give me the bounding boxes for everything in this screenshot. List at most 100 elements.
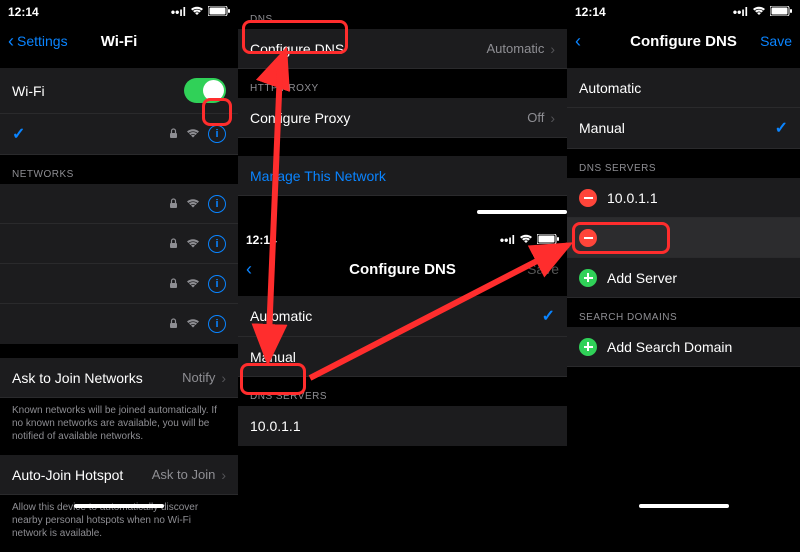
auto-hotspot-label: Auto-Join Hotspot	[12, 467, 152, 483]
signal-icon: ••ıl	[171, 5, 186, 19]
automatic-label: Automatic	[250, 308, 542, 324]
chevron-left-icon: ‹	[246, 260, 252, 278]
nav-bar: ‹ Configure DNS Save	[238, 252, 567, 286]
back-button[interactable]: ‹	[575, 32, 581, 50]
nav-bar: ‹ Settings Wi-Fi	[0, 24, 238, 58]
configure-proxy-value: Off	[527, 110, 544, 125]
add-server-label: Add Server	[607, 270, 788, 286]
lock-icon	[169, 126, 178, 142]
chevron-right-icon: ›	[550, 41, 555, 57]
add-server-row[interactable]: Add Server	[567, 258, 800, 298]
network-row[interactable]: i	[0, 264, 238, 304]
battery-icon	[770, 5, 792, 19]
wifi-signal-icon	[186, 126, 200, 142]
signal-icon: ••ıl	[733, 5, 748, 19]
home-indicator[interactable]	[74, 504, 164, 508]
page-title: Configure DNS	[238, 261, 567, 278]
wifi-toggle[interactable]	[184, 78, 226, 103]
auto-hotspot-value: Ask to Join	[152, 467, 216, 482]
add-icon[interactable]	[579, 269, 597, 287]
delete-icon[interactable]	[579, 229, 597, 247]
dns-header: DNS	[238, 0, 567, 29]
add-search-domain-label: Add Search Domain	[607, 339, 788, 355]
automatic-option-row[interactable]: Automatic	[567, 68, 800, 108]
info-icon[interactable]: i	[208, 275, 226, 293]
chevron-right-icon: ›	[221, 467, 226, 483]
add-icon[interactable]	[579, 338, 597, 356]
lock-icon	[169, 236, 178, 252]
ask-to-join-row[interactable]: Ask to Join Networks Notify ›	[0, 358, 238, 398]
back-label: Settings	[17, 33, 68, 49]
ask-to-join-label: Ask to Join Networks	[12, 370, 182, 386]
dns-server-row[interactable]: 10.0.1.1	[567, 178, 800, 218]
chevron-left-icon: ‹	[8, 32, 14, 50]
checkmark-icon: ✓	[775, 118, 788, 138]
manual-label: Manual	[250, 349, 555, 365]
wifi-icon	[519, 233, 533, 247]
checkmark-icon: ✓	[542, 306, 555, 326]
back-button[interactable]: ‹	[246, 260, 252, 278]
automatic-option-row[interactable]: Automatic ✓	[238, 296, 567, 337]
network-row[interactable]: i	[0, 224, 238, 264]
proxy-header: HTTP PROXY	[238, 69, 567, 98]
nav-bar: ‹ Configure DNS Save	[567, 24, 800, 58]
network-row[interactable]: i	[0, 184, 238, 224]
wifi-toggle-row[interactable]: Wi-Fi	[0, 68, 238, 114]
lock-icon	[169, 276, 178, 292]
chevron-right-icon: ›	[221, 370, 226, 386]
dns-servers-header: DNS SERVERS	[238, 377, 567, 406]
configure-dns-row[interactable]: Configure DNS Automatic ›	[238, 29, 567, 69]
manage-network-row[interactable]: Manage This Network	[238, 156, 567, 196]
dns-server-value: 10.0.1.1	[607, 190, 788, 206]
search-domains-header: SEARCH DOMAINS	[567, 298, 800, 327]
wifi-signal-icon	[186, 196, 200, 212]
manual-option-row[interactable]: Manual ✓	[567, 108, 800, 149]
delete-icon[interactable]	[579, 189, 597, 207]
dns-server-empty-row[interactable]	[567, 218, 800, 258]
wifi-signal-icon	[186, 276, 200, 292]
info-icon[interactable]: i	[208, 315, 226, 333]
chevron-right-icon: ›	[550, 110, 555, 126]
add-search-domain-row[interactable]: Add Search Domain	[567, 327, 800, 367]
battery-icon	[537, 233, 559, 247]
configure-dns-value: Automatic	[487, 41, 545, 56]
status-time: 12:14	[575, 5, 606, 19]
info-icon[interactable]: i	[208, 235, 226, 253]
checkmark-icon: ✓	[12, 124, 25, 144]
wifi-icon	[190, 5, 204, 19]
dns-server-row[interactable]: 10.0.1.1	[238, 406, 567, 446]
dns-servers-header: DNS SERVERS	[567, 149, 800, 178]
network-row[interactable]: i	[0, 304, 238, 344]
info-icon[interactable]: i	[208, 125, 226, 143]
dns-server-value: 10.0.1.1	[250, 418, 555, 434]
home-indicator[interactable]	[639, 504, 729, 508]
wifi-signal-icon	[186, 236, 200, 252]
automatic-label: Automatic	[579, 80, 788, 96]
status-bar: 12:14 ••ıl	[0, 0, 238, 24]
info-icon[interactable]: i	[208, 195, 226, 213]
save-button[interactable]: Save	[760, 33, 792, 49]
manage-network-label: Manage This Network	[250, 168, 386, 184]
lock-icon	[169, 196, 178, 212]
status-bar: 12:14 ••ıl	[567, 0, 800, 24]
wifi-signal-icon	[186, 316, 200, 332]
status-time: 12:14	[8, 5, 39, 19]
auto-hotspot-row[interactable]: Auto-Join Hotspot Ask to Join ›	[0, 455, 238, 495]
ask-to-join-note: Known networks will be joined automatica…	[0, 398, 238, 455]
battery-icon	[208, 5, 230, 19]
manual-label: Manual	[579, 120, 775, 136]
configure-proxy-label: Configure Proxy	[250, 110, 527, 126]
configure-proxy-row[interactable]: Configure Proxy Off ›	[238, 98, 567, 138]
status-bar: 12:14 ••ıl	[238, 228, 567, 252]
networks-header: NETWORKS	[0, 155, 238, 184]
lock-icon	[169, 316, 178, 332]
save-button[interactable]: Save	[527, 261, 559, 277]
chevron-left-icon: ‹	[575, 32, 581, 50]
configure-dns-label: Configure DNS	[250, 41, 487, 57]
ask-to-join-value: Notify	[182, 370, 215, 385]
home-indicator[interactable]	[477, 210, 567, 214]
connected-network-row[interactable]: ✓ i	[0, 114, 238, 155]
back-button[interactable]: ‹ Settings	[8, 32, 68, 50]
signal-icon: ••ıl	[500, 233, 515, 247]
manual-option-row[interactable]: Manual	[238, 337, 567, 377]
